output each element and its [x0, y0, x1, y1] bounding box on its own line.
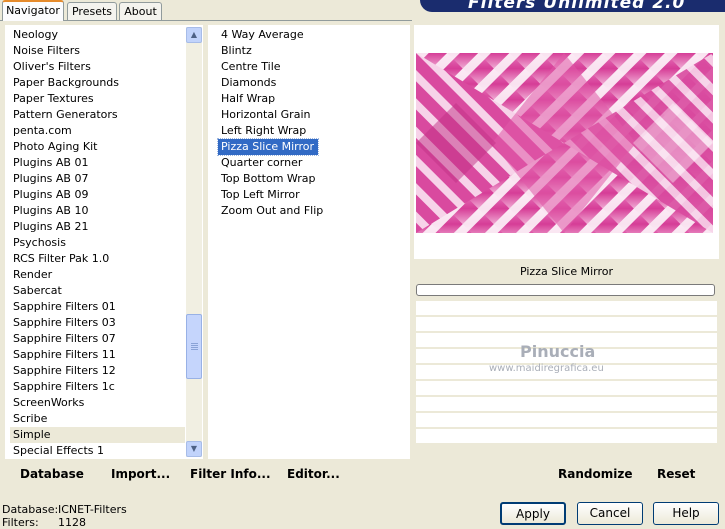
category-list-item[interactable]: Neology	[10, 27, 185, 43]
database-button[interactable]: Database	[20, 467, 84, 481]
category-list-item[interactable]: Psychosis	[10, 235, 185, 251]
category-list-item[interactable]: Render	[10, 267, 185, 283]
category-list-item[interactable]: Sapphire Filters 07	[10, 331, 185, 347]
help-button[interactable]: Help	[653, 502, 719, 525]
filter-list[interactable]: 4 Way Average Blintz Centre Tile Diamonds Ha…	[216, 27, 408, 219]
category-list-item[interactable]: Sapphire Filters 01	[10, 299, 185, 315]
category-list-item[interactable]: Noise Filters	[10, 43, 185, 59]
tab-about[interactable]: About	[119, 2, 162, 20]
category-list-item[interactable]: Plugins AB 21	[10, 219, 185, 235]
filter-list-item[interactable]: Left Right Wrap	[218, 123, 408, 139]
cancel-button[interactable]: Cancel	[577, 502, 643, 525]
filter-list-item[interactable]: Quarter corner	[218, 155, 408, 171]
editor-button[interactable]: Editor...	[287, 467, 340, 481]
category-list-item[interactable]: Paper Textures	[10, 91, 185, 107]
category-list-item[interactable]: ScreenWorks	[10, 395, 185, 411]
category-list-item[interactable]: Photo Aging Kit	[10, 139, 185, 155]
filter-list-item[interactable]: 4 Way Average	[218, 27, 408, 43]
category-list-item[interactable]: RCS Filter Pak 1.0	[10, 251, 185, 267]
reset-button[interactable]: Reset	[657, 467, 695, 481]
category-list-item[interactable]: Simple	[10, 427, 185, 443]
apply-button[interactable]: Apply	[500, 502, 566, 525]
filter-list-item[interactable]: Half Wrap	[218, 91, 408, 107]
filter-list-item[interactable]: Centre Tile	[218, 59, 408, 75]
category-list-item[interactable]: Pattern Generators	[10, 107, 185, 123]
preview-filter-name: Pizza Slice Mirror	[416, 262, 717, 284]
import-button[interactable]: Import...	[111, 467, 170, 481]
category-list-item[interactable]: penta.com	[10, 123, 185, 139]
category-scrollbar[interactable]: ▲ ▼	[186, 27, 202, 457]
database-value: ICNET-Filters	[58, 503, 127, 516]
category-list-item[interactable]: Sapphire Filters 03	[10, 315, 185, 331]
category-list-item[interactable]: Oliver's Filters	[10, 59, 185, 75]
banner-title: Filters Unlimited 2.0	[468, 0, 686, 12]
scroll-down-button[interactable]: ▼	[186, 441, 202, 457]
filter-info-button[interactable]: Filter Info...	[190, 467, 271, 481]
category-list[interactable]: Neology Noise Filters Oliver's Filters Pape…	[10, 27, 185, 459]
tab-presets[interactable]: Presets	[67, 2, 117, 20]
category-list-item[interactable]: Sabercat	[10, 283, 185, 299]
progress-bar	[416, 284, 715, 296]
watermark-url: www.maidiregrafica.eu	[489, 363, 604, 374]
category-list-item[interactable]: Special Effects 1	[10, 443, 185, 459]
category-list-item[interactable]: Paper Backgrounds	[10, 75, 185, 91]
filter-list-item[interactable]: Pizza Slice Mirror	[216, 138, 320, 156]
filter-list-item[interactable]: Blintz	[218, 43, 408, 59]
watermark-name: Pinuccia	[520, 342, 596, 361]
filters-count-value: 1128	[58, 516, 86, 529]
category-list-item[interactable]: Sapphire Filters 1c	[10, 379, 185, 395]
preview-image	[416, 53, 713, 233]
category-list-item[interactable]: Plugins AB 09	[10, 187, 185, 203]
filter-list-item[interactable]: Diamonds	[218, 75, 408, 91]
database-label: Database:	[2, 503, 59, 516]
category-list-item[interactable]: Plugins AB 07	[10, 171, 185, 187]
filter-list-item[interactable]: Top Left Mirror	[218, 187, 408, 203]
category-list-item[interactable]: Plugins AB 10	[10, 203, 185, 219]
filters-count-label: Filters:	[2, 516, 39, 529]
filter-list-item[interactable]: Zoom Out and Flip	[218, 203, 408, 219]
scroll-up-button[interactable]: ▲	[186, 27, 202, 43]
category-list-item[interactable]: Sapphire Filters 11	[10, 347, 185, 363]
app-banner: Filters Unlimited 2.0	[420, 0, 725, 12]
tab-navigator[interactable]: Navigator	[2, 0, 64, 21]
filter-list-item[interactable]: Horizontal Grain	[218, 107, 408, 123]
scroll-thumb[interactable]	[186, 314, 202, 379]
category-list-item[interactable]: Plugins AB 01	[10, 155, 185, 171]
category-list-item[interactable]: Scribe	[10, 411, 185, 427]
filter-list-item[interactable]: Top Bottom Wrap	[218, 171, 408, 187]
randomize-button[interactable]: Randomize	[558, 467, 632, 481]
category-list-item[interactable]: Sapphire Filters 12	[10, 363, 185, 379]
